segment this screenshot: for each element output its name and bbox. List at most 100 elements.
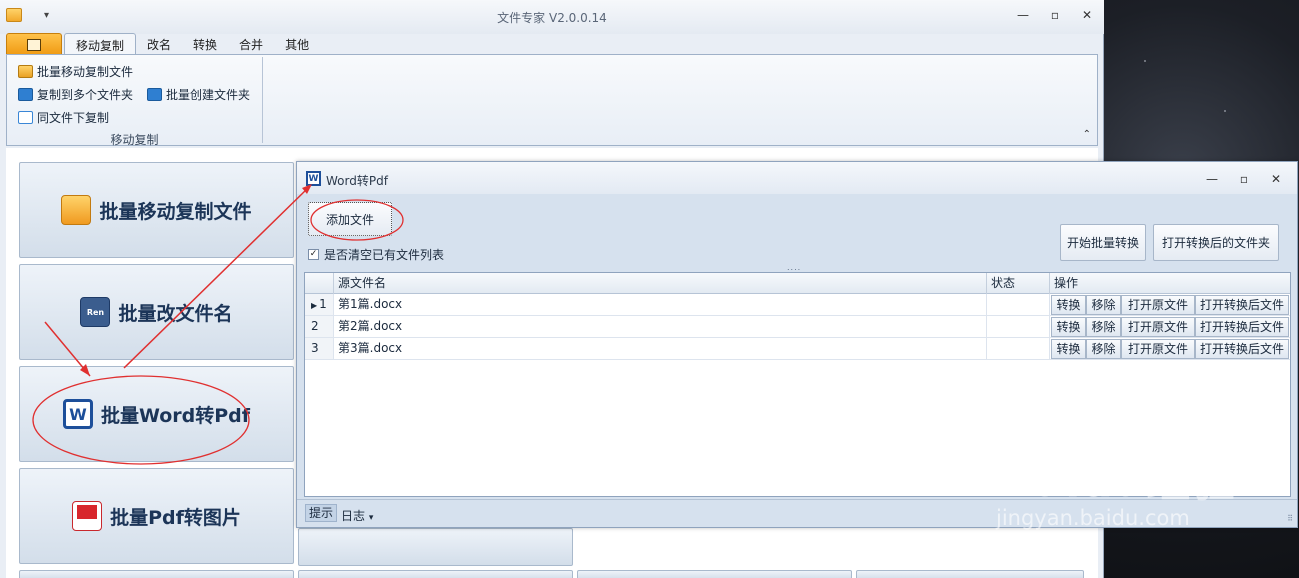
child-window-title: Word转Pdf xyxy=(326,174,388,188)
minimize-icon[interactable]: — xyxy=(1016,8,1030,22)
filename-cell[interactable]: 第3篇.docx xyxy=(334,338,987,359)
open-source-file-button[interactable]: 打开原文件 xyxy=(1121,295,1195,315)
tab-rename[interactable]: 改名 xyxy=(136,33,182,55)
log-tab-label: 日志 xyxy=(341,509,366,523)
duplicate-icon xyxy=(18,111,33,124)
start-batch-convert-button[interactable]: 开始批量转换 xyxy=(1060,224,1146,261)
ribbon-item-label: 同文件下复制 xyxy=(37,111,110,125)
ribbon-batch-move-copy-button[interactable]: 批量移动复制文件 xyxy=(18,63,133,80)
window-title: 文件专家 V2.0.0.14 xyxy=(497,11,607,25)
splitter-handle[interactable]: .... xyxy=(787,263,801,272)
tab-other[interactable]: 其他 xyxy=(274,33,320,55)
clear-list-checkbox[interactable]: ✓ 是否清空已有文件列表 xyxy=(308,246,444,263)
status-bar: 提示 日志 ▾ ⠿ xyxy=(297,499,1297,527)
add-file-button[interactable]: 添加文件 xyxy=(308,202,392,236)
big-button-partial[interactable] xyxy=(856,570,1084,578)
remove-button[interactable]: 移除 xyxy=(1086,295,1121,315)
minimize-icon[interactable]: — xyxy=(1205,172,1219,186)
ren-icon: Ren xyxy=(80,297,111,327)
batch-word-to-pdf-big-button[interactable]: W 批量Word转Pdf xyxy=(19,366,294,462)
child-window-controls: — ▫ ✕ xyxy=(1205,172,1283,186)
folder-icon xyxy=(61,195,92,225)
remove-button[interactable]: 移除 xyxy=(1086,339,1121,359)
checkbox-box[interactable]: ✓ xyxy=(308,249,319,260)
ribbon-collapse-icon[interactable]: ⌃ xyxy=(1083,129,1091,140)
table-row[interactable]: 2 第2篇.docx 转换 移除 打开原文件 打开转换后文件 xyxy=(305,316,1290,338)
ribbon-item-label: 批量创建文件夹 xyxy=(166,88,251,102)
word-icon: W xyxy=(306,171,321,186)
child-title-bar: W Word转Pdf — ▫ ✕ xyxy=(297,162,1297,194)
big-button-label: 批量改文件名 xyxy=(118,302,233,325)
grid-header: 源文件名 状态 操作 xyxy=(305,273,1290,294)
row-header-corner xyxy=(305,273,334,294)
convert-button[interactable]: 转换 xyxy=(1051,295,1086,315)
close-icon[interactable]: ✕ xyxy=(1080,8,1094,22)
open-output-folder-button[interactable]: 打开转换后的文件夹 xyxy=(1153,224,1279,261)
filename-cell[interactable]: 第2篇.docx xyxy=(334,316,987,337)
convert-button[interactable]: 转换 xyxy=(1051,339,1086,359)
ribbon-tabs: 移动复制 改名 转换 合并 其他 xyxy=(6,33,320,55)
ribbon-item-label: 复制到多个文件夹 xyxy=(37,88,134,102)
ribbon-batch-create-folder-button[interactable]: 批量创建文件夹 xyxy=(147,86,250,103)
open-source-file-button[interactable]: 打开原文件 xyxy=(1121,339,1195,359)
batch-rename-big-button[interactable]: Ren 批量改文件名 xyxy=(19,264,294,360)
status-cell xyxy=(987,316,1050,337)
file-menu-tab[interactable] xyxy=(6,33,62,55)
table-row[interactable]: 3 第3篇.docx 转换 移除 打开原文件 打开转换后文件 xyxy=(305,338,1290,360)
desktop-star xyxy=(1144,60,1146,62)
desktop-star xyxy=(1224,110,1226,112)
current-row-icon: ▶ xyxy=(311,301,318,310)
resize-grip-icon[interactable]: ⠿ xyxy=(1287,514,1293,523)
big-button-label: 批量Pdf转图片 xyxy=(110,506,241,529)
batch-move-copy-big-button[interactable]: 批量移动复制文件 xyxy=(19,162,294,258)
word-to-pdf-window: W Word转Pdf — ▫ ✕ 添加文件 ✓ 是否清空已有文件列表 开始批量转… xyxy=(296,161,1298,528)
big-button-label: 批量Word转Pdf xyxy=(100,404,251,427)
title-bar: ▾ 文件专家 V2.0.0.14 — ▫ ✕ xyxy=(0,0,1104,34)
file-grid: 源文件名 状态 操作 ▶ 1 第1篇.docx 转换 移除 打开原文件 打开转换后… xyxy=(304,272,1291,497)
row-index: 2 xyxy=(305,316,334,337)
ribbon-group-separator xyxy=(262,57,263,143)
status-cell xyxy=(987,294,1050,315)
column-header-status[interactable]: 状态 xyxy=(987,273,1050,294)
child-toolbar xyxy=(297,194,1297,272)
ribbon-item-label: 批量移动复制文件 xyxy=(37,65,134,79)
open-converted-file-button[interactable]: 打开转换后文件 xyxy=(1195,339,1289,359)
column-header-filename[interactable]: 源文件名 xyxy=(334,273,987,294)
open-converted-file-button[interactable]: 打开转换后文件 xyxy=(1195,295,1289,315)
convert-button[interactable]: 转换 xyxy=(1051,317,1086,337)
big-button-partial[interactable] xyxy=(19,570,294,578)
copy-icon xyxy=(18,88,33,101)
tab-move-copy[interactable]: 移动复制 xyxy=(64,33,137,55)
maximize-icon[interactable]: ▫ xyxy=(1237,172,1251,186)
log-tab[interactable]: 日志 ▾ xyxy=(341,507,373,524)
open-converted-file-button[interactable]: 打开转换后文件 xyxy=(1195,317,1289,337)
row-index: 3 xyxy=(305,338,334,359)
folder-icon xyxy=(18,65,33,78)
big-button-label: 批量移动复制文件 xyxy=(99,200,252,223)
new-folder-icon xyxy=(147,88,162,101)
batch-pdf-to-image-big-button[interactable]: 批量Pdf转图片 xyxy=(19,468,294,564)
window-controls: — ▫ ✕ xyxy=(1016,8,1094,22)
close-icon[interactable]: ✕ xyxy=(1269,172,1283,186)
open-source-file-button[interactable]: 打开原文件 xyxy=(1121,317,1195,337)
big-button-partial[interactable] xyxy=(298,528,573,566)
filename-cell[interactable]: 第1篇.docx xyxy=(334,294,987,315)
column-header-actions[interactable]: 操作 xyxy=(1050,273,1290,294)
status-cell xyxy=(987,338,1050,359)
maximize-icon[interactable]: ▫ xyxy=(1048,8,1062,22)
ribbon-panel: 批量移动复制文件 复制到多个文件夹 批量创建文件夹 同文件下复制 移动复制 ⌃ xyxy=(6,54,1098,147)
big-button-partial[interactable] xyxy=(298,570,573,578)
ribbon-copy-to-multi-button[interactable]: 复制到多个文件夹 xyxy=(18,86,133,103)
ribbon-copy-same-folder-button[interactable]: 同文件下复制 xyxy=(18,109,109,126)
ribbon-group-label: 移动复制 xyxy=(110,133,159,147)
tip-tab[interactable]: 提示 xyxy=(305,504,338,522)
pdf-icon xyxy=(72,501,103,531)
remove-button[interactable]: 移除 xyxy=(1086,317,1121,337)
checkbox-label: 是否清空已有文件列表 xyxy=(324,248,445,262)
dropdown-icon: ▾ xyxy=(368,513,374,523)
big-button-partial[interactable] xyxy=(577,570,852,578)
tab-merge[interactable]: 合并 xyxy=(228,33,274,55)
row-index: ▶ 1 xyxy=(305,294,334,315)
table-row[interactable]: ▶ 1 第1篇.docx 转换 移除 打开原文件 打开转换后文件 xyxy=(305,294,1290,316)
tab-convert[interactable]: 转换 xyxy=(182,33,228,55)
